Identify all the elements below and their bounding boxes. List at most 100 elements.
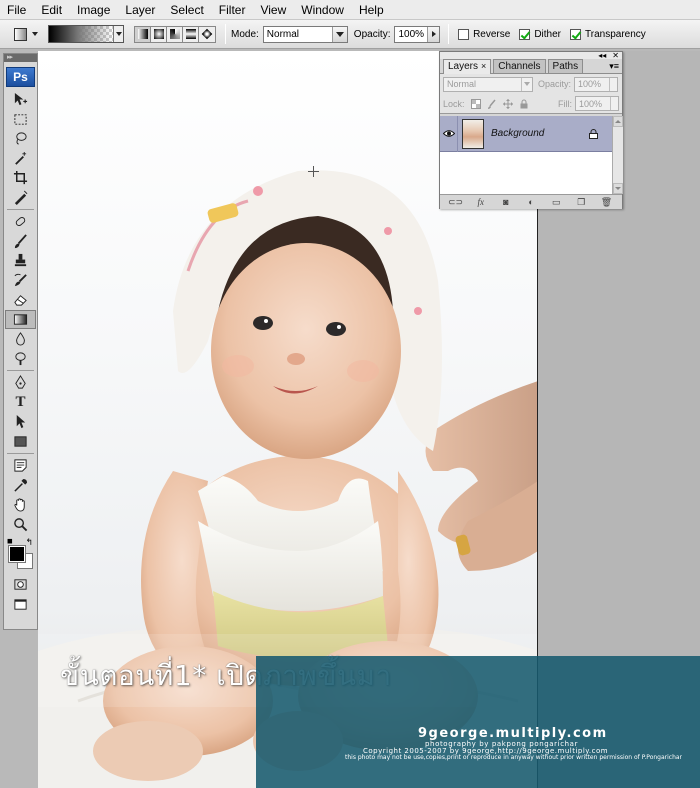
reflected-gradient-button[interactable] <box>183 26 199 42</box>
tab-paths[interactable]: Paths <box>547 59 584 73</box>
layer-style-fx-icon[interactable]: fx <box>474 196 488 208</box>
gradient-swatch[interactable] <box>49 26 113 42</box>
opacity-slider-arrow-icon[interactable] <box>427 26 440 42</box>
lock-transparent-icon[interactable] <box>470 98 481 109</box>
screen-mode-icon[interactable] <box>5 595 36 615</box>
clone-stamp-tool-icon[interactable] <box>5 251 36 271</box>
divider <box>7 453 34 454</box>
layer-mask-icon[interactable]: ◙ <box>499 196 513 208</box>
adjustment-layer-icon[interactable]: ◐ <box>524 196 538 208</box>
reverse-checkbox-box[interactable] <box>458 28 470 40</box>
mode-label: Mode: <box>231 28 259 40</box>
transparency-checkbox-box[interactable] <box>570 28 581 40</box>
slice-tool-icon[interactable] <box>5 188 36 208</box>
watermark-site: 9george.multiply.com <box>418 726 608 741</box>
type-tool-icon[interactable]: T <box>5 393 36 413</box>
gradient-picker[interactable] <box>48 25 124 43</box>
history-brush-tool-icon[interactable] <box>5 271 36 291</box>
menu-file[interactable]: File <box>0 0 34 20</box>
layer-name[interactable]: Background <box>491 128 544 139</box>
tool-preset-picker[interactable] <box>8 23 44 45</box>
panel-menu-icon[interactable]: ▾≡ <box>609 61 619 72</box>
eraser-tool-icon[interactable] <box>5 290 36 310</box>
path-selection-tool-icon[interactable] <box>5 412 36 432</box>
radial-gradient-button[interactable] <box>151 26 167 42</box>
opacity-field[interactable]: 100% <box>394 25 441 43</box>
dither-label: Dither <box>534 28 561 40</box>
transparency-checkbox[interactable]: Transparency <box>570 28 646 40</box>
dither-checkbox[interactable]: Dither <box>519 28 561 40</box>
gradient-dropdown-arrow[interactable] <box>113 26 123 42</box>
lock-all-icon[interactable] <box>519 99 529 109</box>
link-layers-icon[interactable]: ⊂⊃ <box>448 196 463 208</box>
layer-visibility-eye-icon[interactable] <box>440 115 458 152</box>
fill-field[interactable]: 100% <box>575 96 619 111</box>
blend-row: Normal Opacity: 100% <box>440 74 622 94</box>
notes-tool-icon[interactable] <box>5 456 36 476</box>
photoshop-logo[interactable]: Ps <box>6 67 35 87</box>
delete-layer-icon[interactable]: 🗑 <box>599 196 613 208</box>
options-bar: Mode: Normal Opacity: 100% Reverse Dithe… <box>0 20 700 49</box>
crop-tool-icon[interactable] <box>5 168 36 188</box>
zoom-tool-icon[interactable] <box>5 515 36 535</box>
tab-layers[interactable]: Layers × <box>443 59 492 74</box>
lock-image-icon[interactable] <box>487 99 497 109</box>
scroll-down-icon[interactable] <box>613 183 623 194</box>
close-tab-icon[interactable]: × <box>481 61 486 71</box>
gradient-preset-icon <box>14 27 27 41</box>
menu-help[interactable]: Help <box>352 0 392 20</box>
divider <box>7 209 34 210</box>
swap-colors-icon[interactable]: ↰ <box>25 538 33 547</box>
quick-mask-icon[interactable] <box>5 575 36 595</box>
menu-edit[interactable]: Edit <box>34 0 70 20</box>
layer-row-background[interactable]: Background <box>440 115 612 152</box>
scroll-up-icon[interactable] <box>613 116 623 127</box>
marquee-tool-icon[interactable] <box>5 110 36 130</box>
tools-panel-grip[interactable]: ▸▸ <box>4 54 37 62</box>
brush-tool-icon[interactable] <box>5 232 36 252</box>
reverse-checkbox[interactable]: Reverse <box>458 28 510 40</box>
lock-position-icon[interactable] <box>502 98 513 109</box>
blur-tool-icon[interactable] <box>5 329 36 349</box>
menu-image[interactable]: Image <box>70 0 118 20</box>
fill-arrow-icon[interactable] <box>610 97 618 110</box>
tab-layers-label: Layers <box>448 61 479 72</box>
magic-wand-tool-icon[interactable] <box>5 149 36 169</box>
menu-window[interactable]: Window <box>294 0 352 20</box>
healing-brush-tool-icon[interactable] <box>5 212 36 232</box>
hand-tool-icon[interactable] <box>5 495 36 515</box>
transparency-label: Transparency <box>585 28 646 40</box>
foreground-color-swatch[interactable] <box>8 545 26 563</box>
lock-label: Lock: <box>443 98 465 109</box>
tab-channels[interactable]: Channels <box>493 59 546 73</box>
linear-gradient-icon <box>137 29 148 39</box>
layer-opacity-field[interactable]: 100% <box>574 76 619 92</box>
dither-checkbox-box[interactable] <box>519 28 531 40</box>
opacity-value[interactable]: 100% <box>395 29 427 40</box>
linear-gradient-button[interactable] <box>135 26 151 42</box>
move-tool-icon[interactable] <box>5 90 36 110</box>
mode-select[interactable]: Normal <box>262 25 348 43</box>
menu-layer[interactable]: Layer <box>118 0 163 20</box>
blend-mode-select[interactable]: Normal <box>443 76 533 92</box>
angle-gradient-button[interactable] <box>167 26 183 42</box>
shape-tool-icon[interactable] <box>5 432 36 452</box>
lasso-tool-icon[interactable] <box>5 129 36 149</box>
menu-view[interactable]: View <box>253 0 294 20</box>
watermark-band <box>256 656 700 788</box>
new-group-icon[interactable]: ▭ <box>549 196 563 208</box>
eyedropper-tool-icon[interactable] <box>5 476 36 496</box>
panel-titlebar[interactable]: ◂◂ ✕ <box>440 51 622 60</box>
dodge-tool-icon[interactable] <box>5 349 36 369</box>
fill-label: Fill: <box>558 98 572 109</box>
layer-list-scrollbar[interactable] <box>612 116 623 194</box>
color-swatches: ◼ ↰ <box>5 538 36 572</box>
diamond-gradient-button[interactable] <box>199 26 215 42</box>
new-layer-icon[interactable]: ❐ <box>574 196 588 208</box>
opacity-arrow-icon[interactable] <box>609 77 617 91</box>
gradient-tool-icon[interactable] <box>5 309 36 329</box>
pen-tool-icon[interactable] <box>5 373 36 393</box>
menu-filter[interactable]: Filter <box>212 0 254 20</box>
menu-select[interactable]: Select <box>163 0 211 20</box>
default-colors-icon[interactable]: ◼ <box>7 538 15 545</box>
